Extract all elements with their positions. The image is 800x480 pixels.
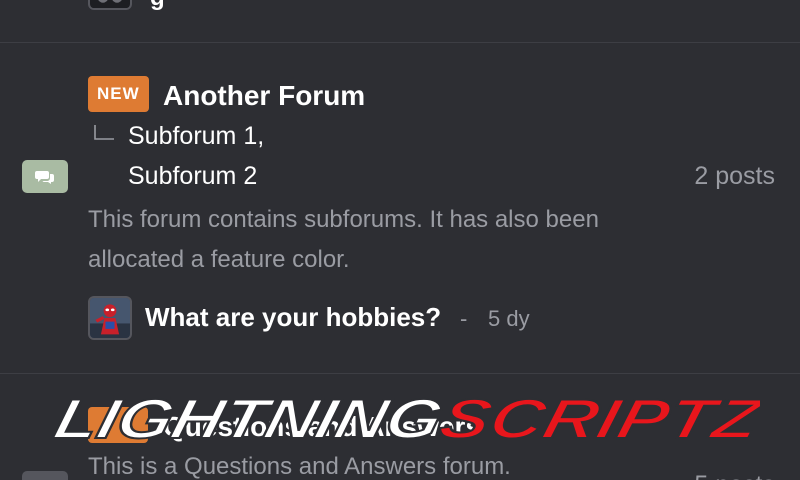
forum-list: g NEW Another Forum Subforum 1, Subforum… — [0, 0, 800, 480]
subforum-link-2[interactable]: Subforum 2 — [128, 162, 257, 191]
next-post-count: 5 posts — [694, 471, 775, 480]
watermark-part-scriptz: SCRIPTZ — [433, 389, 760, 446]
forum-status-icon — [22, 160, 68, 193]
avatar-image-icon — [90, 0, 130, 8]
forum-description: This forum contains subforums. It has al… — [88, 206, 599, 273]
last-post-separator: - — [460, 306, 468, 331]
watermark-part-lightning: LIGHTNING — [48, 389, 448, 446]
last-post-time: 5 dy — [488, 306, 530, 331]
post-count: 2 posts — [694, 162, 775, 190]
subforum-link-1[interactable]: Subforum 1, — [128, 122, 264, 151]
lightningscriptz-watermark-logo: LIGHTNING SCRIPTZ — [47, 388, 760, 446]
new-badge: NEW — [88, 76, 149, 112]
avatar[interactable] — [88, 0, 132, 10]
previous-forum-row: g — [0, 0, 800, 43]
forum-title-link[interactable]: Another Forum — [163, 80, 365, 112]
next-forum-description: This is a Questions and Answers forum. — [88, 453, 511, 480]
previous-last-post-title[interactable]: g — [150, 0, 165, 12]
subforum-branch-icon — [94, 125, 114, 140]
chat-bubbles-icon — [35, 170, 54, 184]
next-forum-status-icon — [22, 471, 68, 480]
last-post-title-link[interactable]: What are your hobbies? — [145, 302, 441, 333]
forum-node: NEW Another Forum Subforum 1, Subforum 2… — [0, 44, 800, 374]
spiderman-avatar-icon — [90, 298, 130, 338]
last-poster-avatar[interactable] — [88, 296, 132, 340]
